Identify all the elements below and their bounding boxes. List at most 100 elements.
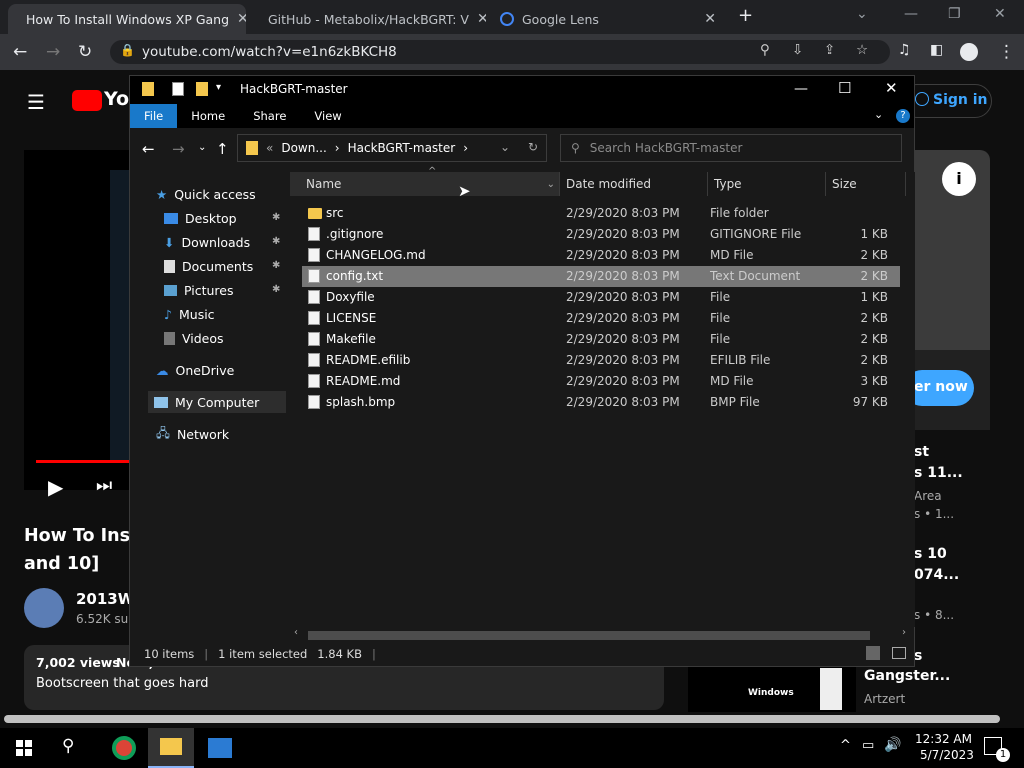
breadcrumb[interactable]: « Down... › HackBGRT-master › ⌄ ↻	[237, 134, 547, 162]
bookmark-star-icon[interactable]: ☆	[856, 42, 868, 58]
close-tab-icon[interactable]: ✕	[704, 11, 716, 27]
file-row[interactable]: README.efilib 2/29/2020 8:03 PM EFILIB Fil…	[302, 350, 900, 371]
pin-icon[interactable]: ✱	[272, 236, 280, 247]
close-tab-icon[interactable]: ✕	[237, 11, 246, 27]
rec-title[interactable]: st	[914, 444, 929, 460]
maximize-icon[interactable]: ☐	[838, 79, 851, 97]
install-icon[interactable]: ⇩	[792, 42, 803, 58]
close-window-icon[interactable]: ✕	[994, 6, 1006, 22]
column-header-size[interactable]: Size	[826, 172, 906, 196]
close-icon[interactable]: ✕	[885, 79, 898, 97]
profile-avatar-icon[interactable]	[960, 43, 978, 61]
chevron-up-icon[interactable]: ^	[840, 738, 851, 753]
restore-icon[interactable]: ❐	[948, 6, 961, 22]
recent-locations-icon[interactable]: ⌄	[198, 142, 206, 153]
quick-access-dropdown-icon[interactable]: ▾	[216, 82, 221, 93]
large-icons-view-icon[interactable]	[892, 647, 906, 659]
rec-title[interactable]: s	[914, 648, 922, 664]
chevron-down-icon[interactable]: ⌄	[547, 179, 559, 190]
tab-home[interactable]: Home	[177, 104, 239, 128]
details-view-icon[interactable]	[866, 646, 880, 660]
explorer-taskbar-button[interactable]	[148, 728, 194, 768]
breadcrumb-item[interactable]: HackBGRT-master	[348, 141, 456, 155]
back-icon[interactable]: ←	[142, 140, 155, 158]
minimize-icon[interactable]: —	[794, 81, 808, 97]
column-header-date[interactable]: Date modified	[560, 172, 708, 196]
scroll-left-icon[interactable]: ‹	[294, 627, 298, 638]
channel-avatar[interactable]	[24, 588, 64, 628]
youtube-logo-icon[interactable]	[72, 90, 102, 111]
pin-icon[interactable]: ✱	[272, 260, 280, 271]
share-icon[interactable]: ⇪	[824, 42, 835, 58]
nav-my-computer[interactable]: My Computer	[148, 391, 286, 413]
scrollbar-thumb[interactable]	[308, 631, 870, 640]
nav-downloads[interactable]: ⬇ Downloads	[164, 231, 250, 253]
media-icon[interactable]: ♫	[898, 42, 911, 58]
rec-title[interactable]: Gangster...	[864, 668, 950, 684]
rec-title[interactable]: s 11...	[914, 465, 963, 481]
browser-tab-youtube[interactable]: How To Install Windows XP Gang ✕	[8, 4, 246, 34]
tab-share[interactable]: Share	[239, 104, 300, 128]
minimize-icon[interactable]: —	[904, 6, 918, 22]
browser-tab-github[interactable]: GitHub - Metabolix/HackBGRT: V ✕	[250, 4, 486, 34]
video-player[interactable]: ▶ ⏭	[24, 150, 130, 499]
back-icon[interactable]: ←	[13, 42, 27, 62]
nav-music[interactable]: ♪ Music	[164, 303, 215, 325]
chrome-menu-icon[interactable]: ⋮	[998, 42, 1015, 62]
file-row[interactable]: Makefile 2/29/2020 8:03 PM File 2 KB	[302, 329, 900, 350]
forward-icon[interactable]: →	[46, 42, 60, 62]
nav-quick-access[interactable]: ★ Quick access	[156, 183, 256, 205]
new-folder-icon[interactable]	[196, 82, 208, 96]
rec-title[interactable]: s 10	[914, 546, 947, 562]
nav-desktop[interactable]: Desktop	[164, 207, 237, 229]
chrome-taskbar-icon[interactable]	[112, 736, 136, 760]
file-row[interactable]: .gitignore 2/29/2020 8:03 PM GITIGNORE Fil…	[302, 224, 900, 245]
column-header-type[interactable]: Type	[708, 172, 826, 196]
rec-title[interactable]: 074...	[914, 567, 959, 583]
pin-icon[interactable]: ✱	[272, 212, 280, 223]
file-list-scrollbar[interactable]: ‹ ›	[290, 627, 915, 641]
new-tab-icon[interactable]: +	[738, 5, 753, 26]
help-icon[interactable]: ?	[896, 109, 910, 123]
file-row[interactable]: CHANGELOG.md 2/29/2020 8:03 PM MD File 2 KB	[302, 245, 900, 266]
file-row[interactable]: src 2/29/2020 8:03 PM File folder	[302, 203, 900, 224]
tab-view[interactable]: View	[300, 104, 355, 128]
clock-date[interactable]: 5/7/2023	[920, 748, 974, 762]
address-bar[interactable]: 🔒 youtube.com/watch?v=e1n6zkBKCH8 ⚲ ⇩ ⇪ …	[110, 40, 890, 64]
clock-time[interactable]: 12:32 AM	[915, 732, 972, 746]
search-icon[interactable]: ⚲	[760, 42, 770, 58]
volume-icon[interactable]: 🔊	[884, 737, 901, 753]
windows-start-icon[interactable]	[16, 740, 32, 756]
hamburger-menu-icon[interactable]: ☰	[27, 90, 45, 114]
play-icon[interactable]: ▶	[48, 475, 63, 499]
network-tray-icon[interactable]: ▭	[862, 738, 874, 753]
column-header-name[interactable]: Name ⌄	[290, 172, 560, 196]
dropdown-icon[interactable]: ⌄	[500, 140, 510, 154]
scrollbar-thumb[interactable]	[4, 715, 1000, 723]
nav-documents[interactable]: Documents	[164, 255, 253, 277]
nav-onedrive[interactable]: ☁ OneDrive	[156, 359, 234, 381]
ad-card[interactable]: i er now	[904, 150, 990, 430]
breadcrumb-item[interactable]: Down...	[281, 141, 326, 155]
tab-file[interactable]: File	[130, 104, 178, 128]
info-icon[interactable]: i	[942, 162, 976, 196]
browser-tab-lens[interactable]: Google Lens ✕	[490, 4, 726, 34]
photos-taskbar-icon[interactable]	[208, 738, 232, 758]
file-row[interactable]: splash.bmp 2/29/2020 8:03 PM BMP File 97 KB	[302, 392, 900, 413]
nav-pictures[interactable]: Pictures	[164, 279, 234, 301]
nav-network[interactable]: 🖧 Network	[156, 423, 229, 445]
tab-search-icon[interactable]: ⌄	[856, 6, 868, 22]
next-icon[interactable]: ⏭	[96, 475, 112, 496]
expand-ribbon-icon[interactable]: ⌄	[874, 108, 883, 121]
properties-icon[interactable]	[172, 82, 184, 96]
search-icon[interactable]: ⚲	[62, 736, 74, 756]
breadcrumb-separator[interactable]: ›	[335, 141, 340, 155]
reload-icon[interactable]: ↻	[78, 42, 92, 62]
file-row[interactable]: config.txt 2/29/2020 8:03 PM Text Document…	[302, 266, 900, 287]
pin-icon[interactable]: ✱	[272, 284, 280, 295]
scroll-right-icon[interactable]: ›	[902, 627, 906, 638]
up-icon[interactable]: ↑	[216, 140, 229, 158]
file-row[interactable]: Doxyfile 2/29/2020 8:03 PM File 1 KB	[302, 287, 900, 308]
nav-videos[interactable]: Videos	[164, 327, 224, 349]
search-box[interactable]: ⚲ Search HackBGRT-master	[560, 134, 902, 162]
